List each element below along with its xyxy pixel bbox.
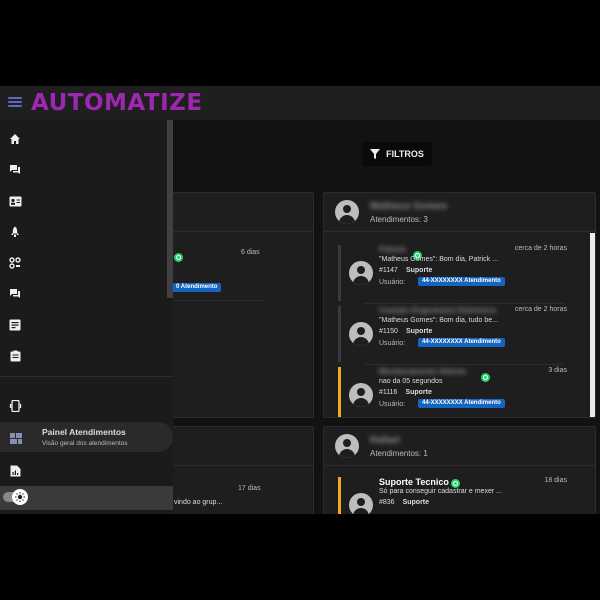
sidebar-scrollbar[interactable] xyxy=(167,120,173,298)
ticket-message: "Matheus Gomes": Bom dia, tudo be... xyxy=(379,317,498,324)
workflow-icon xyxy=(9,257,21,269)
sidebar-item-campaigns[interactable] xyxy=(0,218,168,246)
sidebar-item-flows[interactable] xyxy=(0,249,168,277)
mobile-connection-icon xyxy=(9,400,21,412)
filter-label: FILTROS xyxy=(386,149,424,159)
forum-icon xyxy=(10,289,20,298)
filter-icon xyxy=(370,149,381,159)
ticket-queue: Suporte xyxy=(405,328,433,335)
message-list-icon xyxy=(9,319,21,331)
ticket-message: "Matheus Gomes": Bom dia, Patrick ... xyxy=(379,256,498,263)
sidebar-item-home[interactable] xyxy=(0,125,168,153)
contact-avatar xyxy=(349,322,373,346)
ticket-card[interactable]: Contato Engenharia Eletrônica cerca de 2… xyxy=(338,306,573,362)
owner-avatar xyxy=(335,434,359,458)
whatsapp-icon xyxy=(174,253,183,262)
app-logo: AUTOMATIZE xyxy=(31,90,203,116)
theme-toggle-bar xyxy=(0,486,173,510)
ticket-contact-name: Contato Engenharia Eletrônica xyxy=(379,306,496,315)
ticket-card[interactable]: Suporte Tecnico 18 dias Só para consegui… xyxy=(338,477,573,514)
ticket-id: #1116 Suporte xyxy=(379,389,432,396)
board-right-bottom: Rafael Atendimentos: 1 Suporte Tecnico 1… xyxy=(323,426,596,514)
contact-avatar xyxy=(349,493,373,514)
sidebar-item-contacts[interactable] xyxy=(0,187,168,215)
rocket-icon xyxy=(11,226,19,237)
user-badge: 44-XXXXXXXX Atendimento xyxy=(418,277,505,286)
sidebar-item-tasks[interactable] xyxy=(0,342,168,370)
user-badge: 0 Atendimento xyxy=(172,283,222,292)
owner-count: Atendimentos: 1 xyxy=(370,449,428,458)
contact-card-icon xyxy=(9,196,21,206)
chat-icon xyxy=(10,165,20,174)
ticket-contact-name: Patrick xyxy=(379,245,406,254)
ticket-time: cerca de 2 horas xyxy=(514,245,567,252)
ticket-divider xyxy=(364,303,564,304)
ticket-divider xyxy=(171,300,266,301)
sun-icon xyxy=(15,492,25,502)
sidebar-item-messages[interactable] xyxy=(0,311,168,339)
report-icon xyxy=(10,465,20,477)
owner-count: Atendimentos: 3 xyxy=(370,215,428,224)
ticket-queue: Suporte xyxy=(405,389,432,396)
board-header: Rafael Atendimentos: 1 xyxy=(324,427,595,466)
ticket-user-label: Usuário: xyxy=(379,340,406,347)
ticket-message: Só para conseguir cadastrar e mexer ... xyxy=(379,488,502,495)
ticket-divider xyxy=(364,364,564,365)
owner-name: Rafael xyxy=(370,435,401,446)
ticket-time: 6 dias xyxy=(241,249,260,256)
ticket-message: nao da 05 segundos xyxy=(379,378,443,385)
owner-name: Matheus Gomes xyxy=(370,201,448,212)
ticket-contact-name: Monitoramento Atlanta xyxy=(379,367,466,376)
sidebar-item-painel-atendimentos[interactable]: Painel Atendimentos Visão geral dos aten… xyxy=(0,422,173,452)
ticket-user-label: Usuário: xyxy=(379,279,406,286)
ticket-id: #1147 Suporte xyxy=(379,267,433,274)
ticket-time: 17 dias xyxy=(238,485,261,492)
dashboard-icon xyxy=(10,433,22,444)
home-icon xyxy=(10,134,20,144)
ticket-time: 3 dias xyxy=(548,367,567,374)
sidebar-scroll-thumb[interactable] xyxy=(167,120,173,298)
filter-button[interactable]: FILTROS xyxy=(362,142,432,166)
sidebar-item-title: Painel Atendimentos xyxy=(42,427,126,437)
contact-avatar xyxy=(349,383,373,407)
ticket-card[interactable]: Monitoramento Atlanta 3 dias nao da 05 s… xyxy=(338,367,573,417)
ticket-message: vindo ao grup... xyxy=(174,499,223,506)
board-right-top: Matheus Gomes Atendimentos: 3 Patrick ce… xyxy=(323,192,596,418)
sidebar-item-forum[interactable] xyxy=(0,280,168,308)
ticket-user-label: Usuário: xyxy=(379,401,406,408)
ticket-id: #1150 Suporte xyxy=(379,328,433,335)
ticket-contact-name: Suporte Tecnico xyxy=(379,477,449,487)
app-window: AUTOMATIZE os FILTROS 6 dias 0 Atendimen… xyxy=(0,86,600,514)
user-badge: 44-XXXXXXXX Atendimento xyxy=(418,399,505,408)
whatsapp-icon xyxy=(451,479,460,488)
clipboard-icon xyxy=(10,350,20,362)
board-scrollbar[interactable] xyxy=(590,233,595,417)
sidebar-drawer: Painel Atendimentos Visão geral dos aten… xyxy=(0,120,173,514)
sidebar-divider xyxy=(0,376,173,377)
app-bar: AUTOMATIZE xyxy=(0,86,600,120)
board-header: Matheus Gomes Atendimentos: 3 xyxy=(324,193,595,232)
whatsapp-icon xyxy=(481,373,490,382)
ticket-time: 18 dias xyxy=(544,477,567,484)
ticket-queue: Suporte xyxy=(402,499,430,506)
owner-avatar xyxy=(335,200,359,224)
ticket-id: #836 Suporte xyxy=(379,499,430,506)
sidebar-item-connections[interactable] xyxy=(0,392,168,420)
ticket-card[interactable]: Patrick cerca de 2 horas "Matheus Gomes"… xyxy=(338,245,573,301)
ticket-queue: Suporte xyxy=(405,267,433,274)
menu-icon[interactable] xyxy=(8,95,22,109)
user-badge: 44-XXXXXXXX Atendimento xyxy=(418,338,505,347)
contact-avatar xyxy=(349,261,373,285)
sidebar-item-reports[interactable] xyxy=(0,457,168,485)
sidebar-item-chat[interactable] xyxy=(0,156,168,184)
ticket-time: cerca de 2 horas xyxy=(514,306,567,313)
sidebar-item-subtitle: Visão geral dos atendimentos xyxy=(42,440,128,447)
theme-toggle-knob[interactable] xyxy=(12,489,28,505)
